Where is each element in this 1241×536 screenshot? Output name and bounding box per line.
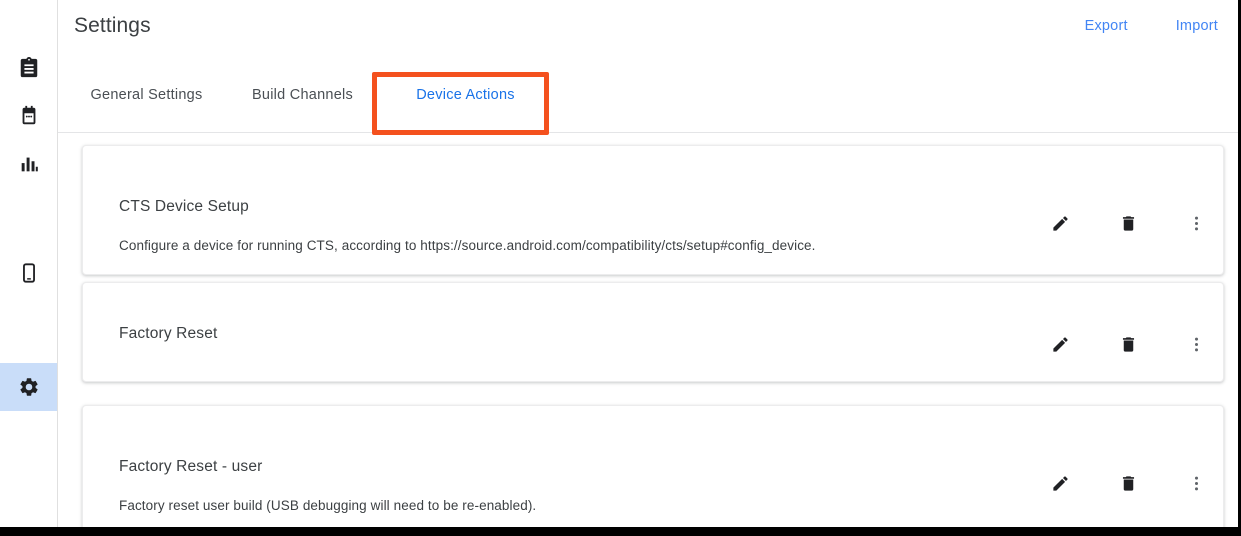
export-button[interactable]: Export xyxy=(1085,18,1128,34)
page-header: Settings Export Import xyxy=(58,0,1238,57)
sidebar-item-results[interactable] xyxy=(0,140,57,188)
card-actions xyxy=(1047,470,1209,496)
clipboard-icon xyxy=(18,57,40,79)
sidebar-item-devices[interactable] xyxy=(0,249,57,297)
edit-icon[interactable] xyxy=(1047,331,1073,357)
more-vert-icon[interactable] xyxy=(1183,210,1209,236)
settings-page: Settings Export Import General Settings … xyxy=(0,0,1241,536)
card-body: CTS Device Setup Configure a device for … xyxy=(83,146,1223,274)
sidebar xyxy=(0,0,58,527)
header-actions: Export Import xyxy=(1085,18,1218,34)
card-body: Factory Reset - user Factory reset user … xyxy=(83,406,1223,527)
calendar-icon xyxy=(18,105,40,127)
page-title: Settings xyxy=(74,14,151,37)
card-title: Factory Reset - user xyxy=(119,458,263,475)
device-action-card[interactable]: CTS Device Setup Configure a device for … xyxy=(82,145,1224,275)
device-action-card[interactable]: Factory Reset - user Factory reset user … xyxy=(82,405,1224,527)
delete-icon[interactable] xyxy=(1115,210,1141,236)
tab-device-actions[interactable]: Device Actions xyxy=(378,57,553,133)
card-title: CTS Device Setup xyxy=(119,198,249,215)
sidebar-item-tests[interactable] xyxy=(0,44,57,92)
card-description: Factory reset user build (USB debugging … xyxy=(119,498,537,513)
delete-icon[interactable] xyxy=(1115,470,1141,496)
edit-icon[interactable] xyxy=(1047,470,1073,496)
edit-icon[interactable] xyxy=(1047,210,1073,236)
more-vert-icon[interactable] xyxy=(1183,331,1209,357)
card-description: Configure a device for running CTS, acco… xyxy=(119,238,816,253)
device-actions-list: CTS Device Setup Configure a device for … xyxy=(58,133,1238,527)
sidebar-item-schedules[interactable] xyxy=(0,92,57,140)
card-actions xyxy=(1047,210,1209,236)
tab-build-channels[interactable]: Build Channels xyxy=(234,57,371,133)
delete-icon[interactable] xyxy=(1115,331,1141,357)
main-panel: Settings Export Import General Settings … xyxy=(58,0,1238,527)
card-body: Factory Reset xyxy=(83,283,1223,381)
card-title: Factory Reset xyxy=(119,325,218,342)
more-vert-icon[interactable] xyxy=(1183,470,1209,496)
tab-bar: General Settings Build Channels Device A… xyxy=(58,57,1238,133)
bar-chart-icon xyxy=(18,153,40,175)
card-actions xyxy=(1047,331,1209,357)
device-phone-icon xyxy=(18,262,40,284)
device-action-card[interactable]: Factory Reset xyxy=(82,282,1224,382)
tab-general-settings[interactable]: General Settings xyxy=(74,57,219,133)
gear-icon xyxy=(18,376,40,398)
sidebar-item-settings[interactable] xyxy=(0,363,57,411)
import-button[interactable]: Import xyxy=(1176,18,1218,34)
window-border-bottom xyxy=(0,527,1241,536)
